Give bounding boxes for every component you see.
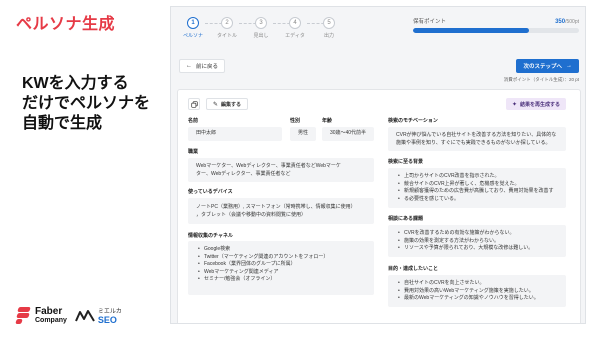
app-window: 1 ペルソナ 2 タイトル 3 見出し 4 エディタ 5 出力 保有ポイント 3…: [170, 6, 586, 324]
devices-line: ノートPC（業務用）, スマートフォン（常時携帯し、情報収集に使用）: [196, 204, 356, 210]
next-step-button[interactable]: 次のステップへ →: [516, 59, 579, 73]
list-item: 費用対効果の高いWebマーケティング施策を実施したい。: [398, 288, 556, 296]
goals-label: 目的・達成したいこと: [388, 266, 439, 272]
list-item: る必要性を感じている。: [398, 196, 556, 204]
channels-value: Google検索 Twitter（マーケティング関連のアカウントをフォロー） F…: [188, 241, 374, 295]
devices-line: ，タブレット（会議や移動中の資料閲覧に使用）: [196, 211, 307, 218]
next-button-label: 次のステップへ: [523, 64, 562, 70]
name-value: 田中太郎: [188, 127, 282, 141]
motivation-value: CVRが伸び悩んでいる自社サイトを改善する方法を知りたい、具体的な 施策や事例を…: [388, 127, 566, 151]
job-value: Webマーケター、Webディレクター、事業責任者などWebマーケ ター、Webデ…: [188, 158, 374, 182]
step-number: 1: [187, 17, 199, 29]
step-label: 見出し: [253, 33, 269, 39]
slide-subtitle-line: だけでペルソナを: [22, 95, 151, 112]
gender-value: 男性: [290, 127, 316, 141]
background-label: 検索に至る背景: [388, 159, 424, 165]
list-item: 最新のWebマーケティングの知識やノウハウを習得したい。: [398, 295, 556, 303]
copy-button[interactable]: [188, 98, 200, 110]
step-persona[interactable]: 1 ペルソナ: [178, 17, 208, 39]
mieruca-seo-logo: ミエルカ SEO: [74, 308, 122, 325]
points-label: 保有ポイント: [413, 19, 447, 25]
motivation-line: CVRが伸び悩んでいる自社サイトを改善する方法を知りたい、具体的な: [396, 132, 557, 138]
slide-subtitle-line: KWを入力する: [22, 75, 129, 92]
regenerate-button-label: 結果を再生成する: [519, 101, 560, 108]
list-item: セミナー/勉強会（オフライン）: [198, 276, 364, 284]
step-label: ペルソナ: [182, 33, 203, 39]
list-item: Facebook（業界団体のグループに所属）: [198, 261, 364, 269]
age-label: 年齢: [322, 118, 333, 124]
step-title[interactable]: 2 タイトル: [212, 17, 242, 39]
step-headings[interactable]: 3 見出し: [246, 17, 276, 39]
points-progress-bar: [413, 28, 579, 33]
job-line: Webマーケター、Webディレクター、事業責任者などWebマーケ: [196, 163, 341, 169]
back-button-label: 前に戻る: [196, 64, 219, 70]
issues-label: 相談にある課題: [388, 216, 424, 222]
slide-subtitle-line: 自動で生成: [22, 115, 103, 132]
list-item: リソースや予算が限られており、大規模な改修は難しい。: [398, 245, 556, 253]
step-number: 3: [255, 17, 267, 29]
pencil-icon: ✎: [213, 101, 219, 108]
channels-label: 情報収集のチャネル: [188, 233, 233, 239]
list-item: 施策の効果を測定する方法がわからない。: [398, 238, 556, 246]
step-output[interactable]: 5 出力: [314, 17, 344, 39]
points-progress-fill: [413, 28, 530, 33]
list-item: 新規顧客獲得のための広告費が高騰しており、費用対効果を改善す: [398, 188, 556, 196]
consume-points-text: 消費ポイント（タイトル生成）：20 pt: [503, 77, 579, 82]
devices-value: ノートPC（業務用）, スマートフォン（常時携帯し、情報収集に使用） ，タブレッ…: [188, 198, 374, 224]
logo-area: Faber Company ミエルカ SEO: [15, 303, 122, 329]
slide-subtitle: KWを入力する だけでペルソナを 自動で生成: [22, 74, 167, 134]
list-item: CVRを改善するための有効な施策がわからない。: [398, 230, 556, 238]
list-item: 競合サイトのCVR上昇が著しく、危機感を覚えた。: [398, 181, 556, 189]
mieruca-logo-icon: [74, 310, 95, 322]
job-line: ター、Webディレクター、事業責任者など: [196, 170, 291, 177]
step-number: 5: [323, 17, 335, 29]
persona-card: ✎ 編集する ✦ 結果を再生成する 名前 田中太郎 性別 男性 年齢 30歳〜4…: [177, 89, 581, 323]
points-panel: 保有ポイント 350/500pt: [413, 17, 579, 33]
edit-button[interactable]: ✎ 編集する: [206, 98, 249, 110]
step-number: 2: [221, 17, 233, 29]
edit-button-label: 編集する: [221, 101, 242, 108]
gender-label: 性別: [290, 118, 301, 124]
list-item: Webマーケティング関連メディア: [198, 269, 364, 277]
regenerate-button[interactable]: ✦ 結果を再生成する: [505, 98, 566, 110]
step-label: タイトル: [216, 33, 237, 39]
name-label: 名前: [188, 118, 199, 124]
step-label: 出力: [323, 33, 334, 39]
back-button[interactable]: ← 前に戻る: [179, 59, 226, 73]
copy-icon: [190, 100, 198, 108]
list-item: Google検索: [198, 246, 364, 254]
faber-company-logo: Faber Company: [15, 306, 67, 325]
faber-logo-icon: [15, 307, 32, 325]
sparkle-icon: ✦: [511, 101, 517, 108]
slide-heading: ペルソナ生成: [16, 16, 116, 33]
step-editor[interactable]: 4 エディタ: [280, 17, 310, 39]
arrow-left-icon: ←: [186, 63, 192, 69]
points-value: 350/500pt: [555, 19, 579, 25]
mieruca-logo-subtext: SEO: [97, 315, 117, 325]
devices-label: 使っているデバイス: [188, 189, 233, 195]
goals-value: 自社サイトのCVRを向上させたい。 費用対効果の高いWebマーケティング施策を実…: [388, 275, 566, 307]
list-item: 自社サイトのCVRを向上させたい。: [398, 280, 556, 288]
job-label: 職業: [188, 149, 199, 155]
list-item: 上司からサイトのCVR改善を指示された。: [398, 173, 556, 181]
issues-value: CVRを改善するための有効な施策がわからない。 施策の効果を測定する方法がわから…: [388, 225, 566, 257]
age-value: 30歳〜40代前半: [322, 127, 374, 141]
step-label: エディタ: [285, 33, 305, 39]
motivation-line: 施策や事例を知り、すぐにでも実践できるものがないか探している。: [396, 139, 551, 146]
step-number: 4: [289, 17, 301, 29]
background-value: 上司からサイトのCVR改善を指示された。 競合サイトのCVR上昇が著しく、危機感…: [388, 168, 566, 208]
motivation-label: 検索のモチベーション: [388, 118, 438, 124]
faber-logo-text: Faber: [35, 306, 63, 317]
arrow-right-icon: →: [566, 63, 572, 69]
list-item: Twitter（マーケティング関連のアカウントをフォロー）: [198, 254, 364, 262]
faber-logo-subtext: Company: [35, 317, 67, 324]
